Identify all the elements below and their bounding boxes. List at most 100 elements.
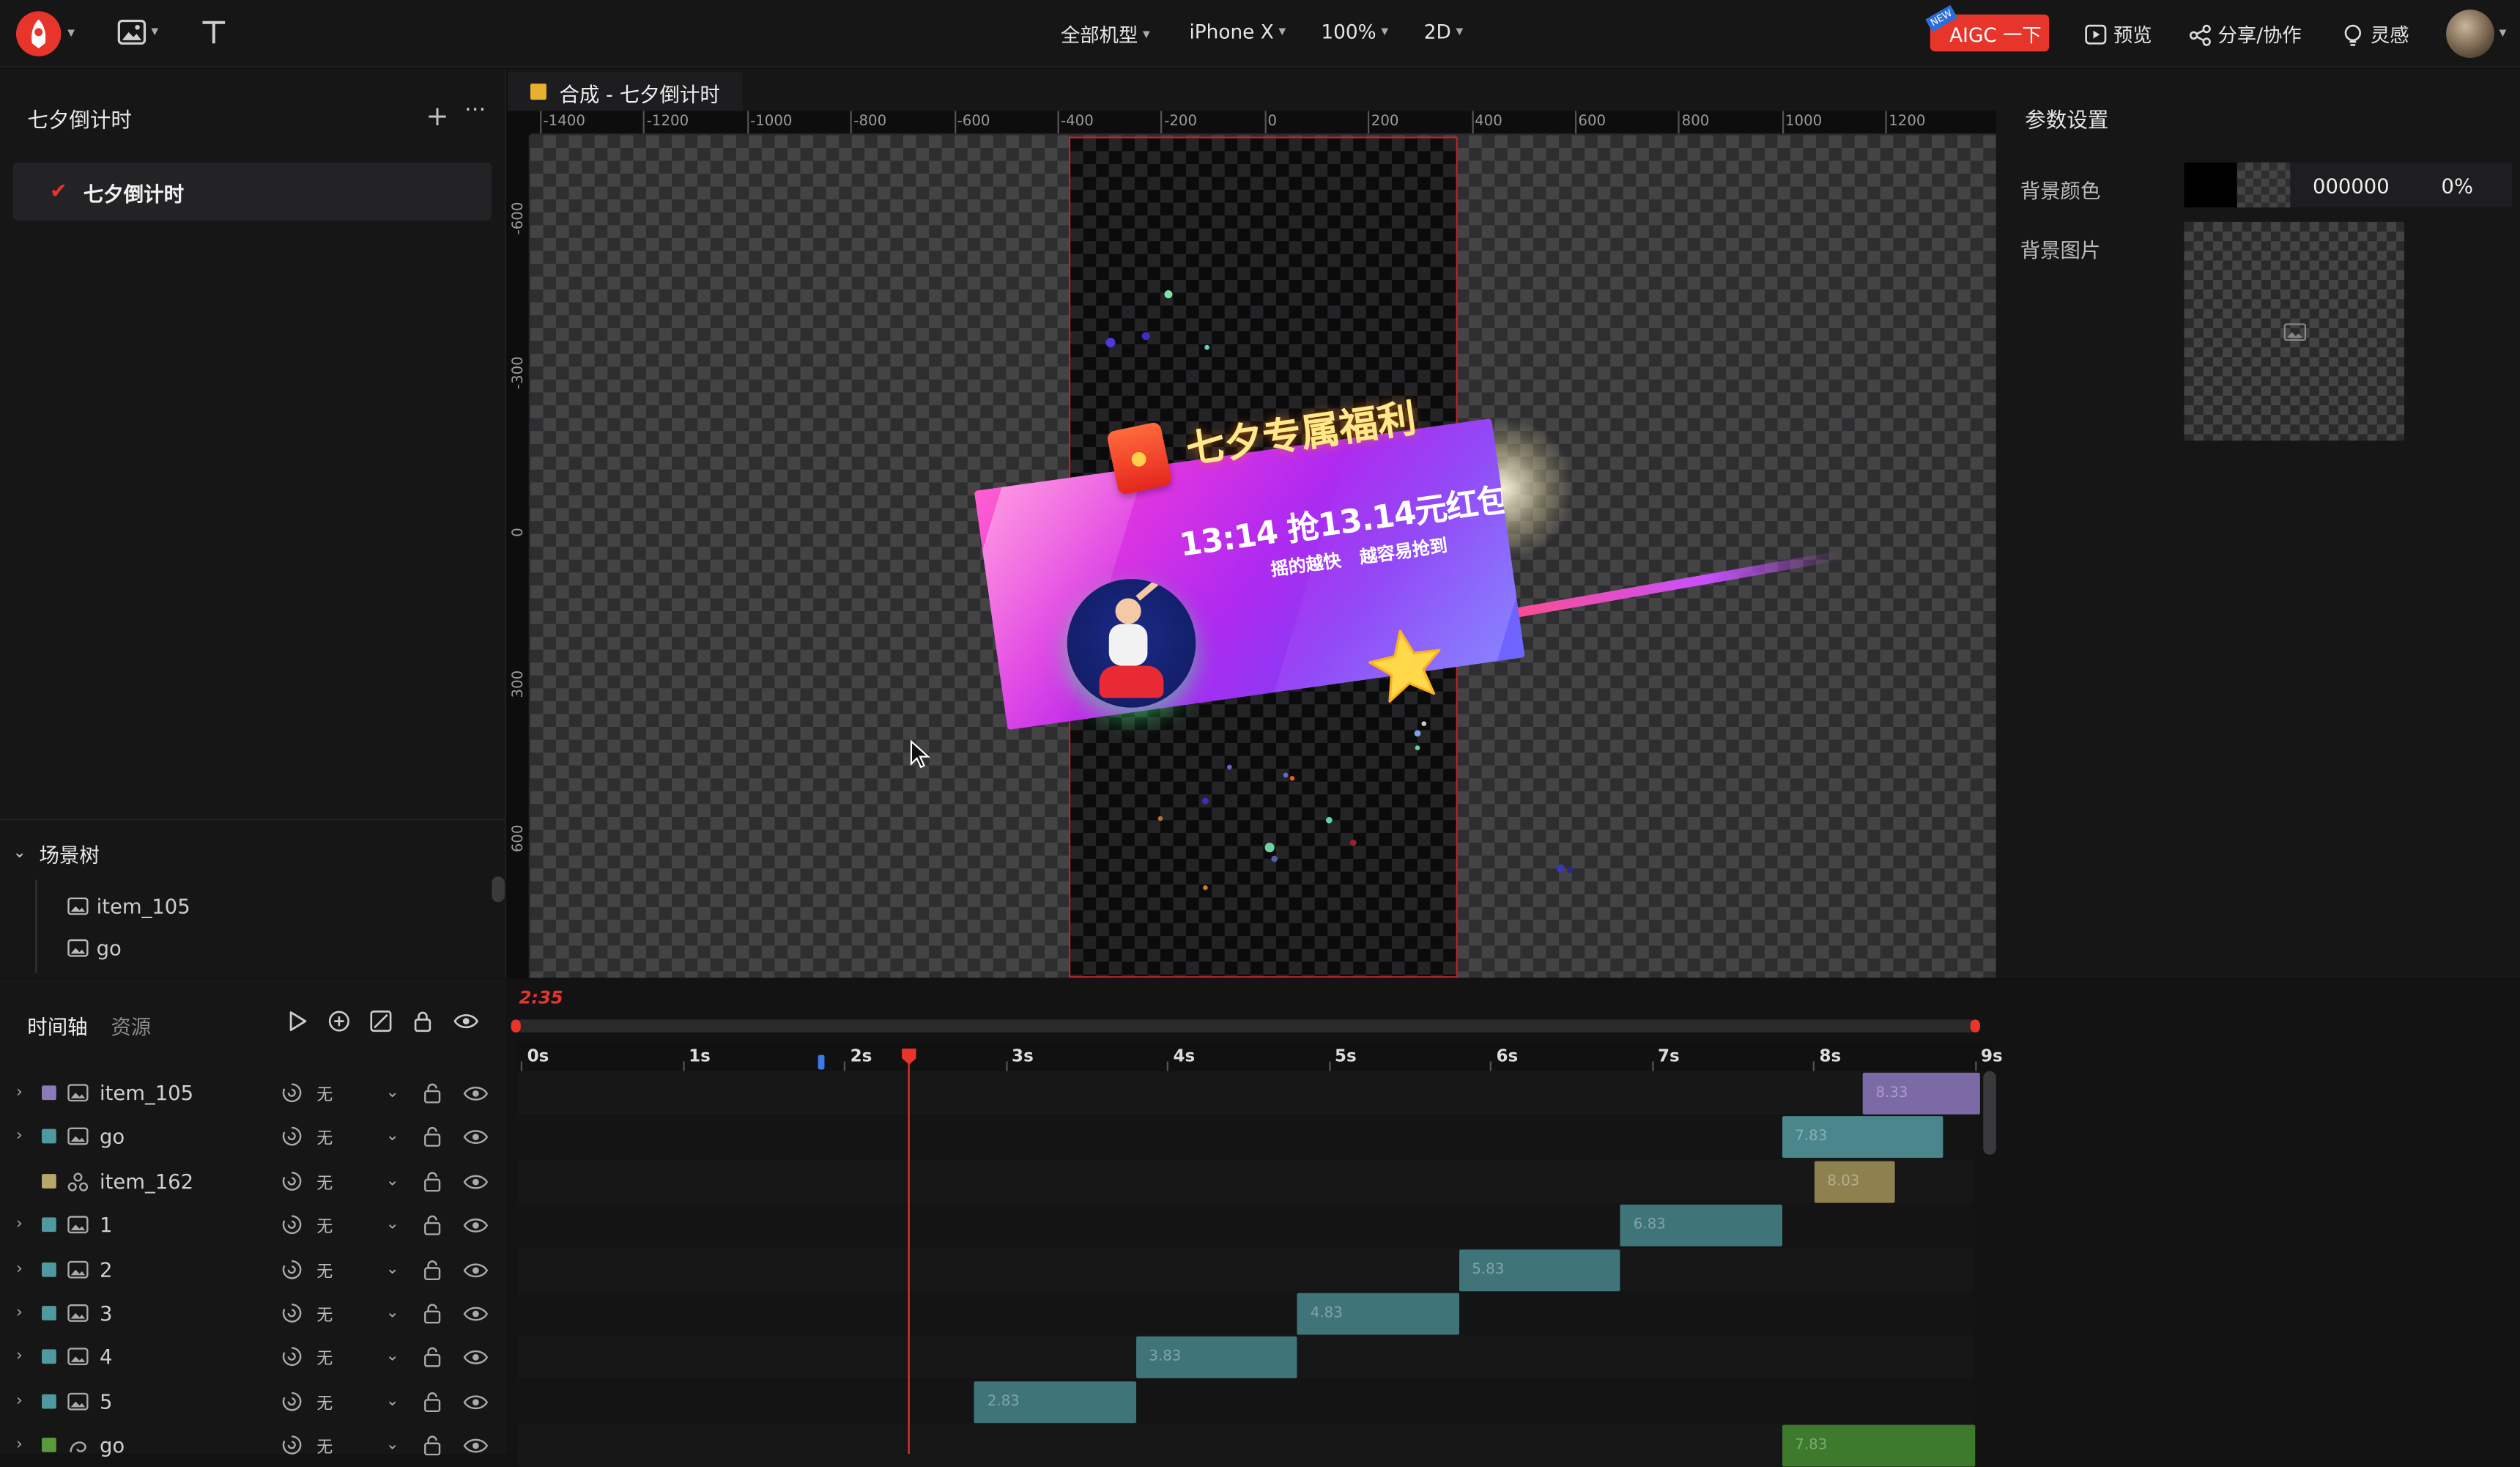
chevron-right-icon[interactable]: › xyxy=(16,1348,23,1366)
chevron-down-icon[interactable]: ⌄ xyxy=(386,1084,399,1101)
chevron-right-icon[interactable]: › xyxy=(16,1304,23,1322)
blend-icon[interactable] xyxy=(281,1259,303,1280)
lock-icon[interactable] xyxy=(423,1347,442,1368)
eye-icon[interactable] xyxy=(463,1304,489,1323)
lock-icon[interactable] xyxy=(423,1259,442,1280)
layer-name[interactable]: 3 xyxy=(100,1301,112,1326)
eye-icon[interactable] xyxy=(463,1260,489,1279)
lock-icon[interactable] xyxy=(423,1082,442,1104)
eye-icon[interactable] xyxy=(463,1172,489,1191)
preview-button[interactable]: 预览 xyxy=(2084,21,2152,48)
layer-color-swatch xyxy=(42,1217,56,1233)
device-select[interactable]: iPhone X ▾ xyxy=(1189,21,1286,44)
eye-icon[interactable] xyxy=(463,1216,489,1235)
time-ruler-tick xyxy=(1328,1061,1330,1071)
eye-icon[interactable] xyxy=(463,1084,489,1103)
chevron-down-icon: ▾ xyxy=(1381,23,1389,40)
parent-select-value[interactable]: 无 xyxy=(316,1345,333,1369)
layer-name[interactable]: go xyxy=(100,1125,125,1149)
lock-icon[interactable] xyxy=(423,1303,442,1324)
bg-image-picker[interactable] xyxy=(2184,221,2405,441)
chevron-down-icon[interactable]: ⌄ xyxy=(386,1436,399,1454)
blend-icon[interactable] xyxy=(281,1082,303,1104)
parent-select-value[interactable]: 无 xyxy=(316,1213,333,1237)
lock-icon[interactable] xyxy=(423,1214,442,1235)
composition-tab[interactable]: 合成 - 七夕倒计时 xyxy=(508,72,743,111)
layer-name[interactable]: item_162 xyxy=(100,1169,193,1193)
blend-icon[interactable] xyxy=(281,1391,303,1412)
chevron-down-icon[interactable]: ⌄ xyxy=(386,1304,399,1322)
layer-name[interactable]: 5 xyxy=(100,1389,112,1414)
layer-row[interactable]: › 3 无 ⌄ xyxy=(0,1291,506,1334)
parent-select-value[interactable]: 无 xyxy=(316,1389,333,1414)
chevron-right-icon[interactable]: › xyxy=(16,1216,23,1234)
eye-icon[interactable] xyxy=(463,1348,489,1367)
layer-row[interactable]: › 2 无 ⌄ xyxy=(0,1247,506,1290)
character-avatar xyxy=(1067,579,1196,708)
time-ruler-label: 4s xyxy=(1173,1046,1196,1067)
layer-row[interactable]: › 5 无 ⌄ xyxy=(0,1380,506,1423)
playhead[interactable] xyxy=(902,1048,916,1454)
layer-row[interactable]: › 4 无 ⌄ xyxy=(0,1335,506,1378)
bg-color-field[interactable]: 000000 0% xyxy=(2184,162,2513,208)
image-icon xyxy=(67,1304,89,1322)
chevron-right-icon[interactable]: › xyxy=(16,1436,23,1454)
blend-icon[interactable] xyxy=(281,1214,303,1235)
mode-select[interactable]: 2D ▾ xyxy=(1424,21,1464,44)
lock-icon[interactable] xyxy=(423,1391,442,1412)
eye-icon[interactable] xyxy=(463,1436,489,1455)
blend-icon[interactable] xyxy=(281,1347,303,1368)
parent-select-value[interactable]: 无 xyxy=(316,1301,333,1325)
layer-row[interactable]: item_162 无 ⌄ xyxy=(0,1159,506,1202)
bg-color-value[interactable]: 000000 xyxy=(2313,173,2419,197)
parent-select-value[interactable]: 无 xyxy=(316,1125,333,1149)
color-swatch[interactable] xyxy=(2184,162,2237,208)
layer-name[interactable]: item_105 xyxy=(100,1081,193,1105)
lock-icon[interactable] xyxy=(423,1126,442,1148)
scrub-start-handle[interactable] xyxy=(511,1019,521,1032)
aigc-button[interactable]: NEW AIGC 一下 xyxy=(1925,4,2050,52)
chevron-right-icon[interactable]: › xyxy=(16,1392,23,1410)
chevron-down-icon[interactable]: ⌄ xyxy=(386,1348,399,1366)
canvas-viewport[interactable]: 13:14 抢13.14元红包 摇的越快 越容易抢到 七夕专属福利 xyxy=(530,135,1996,978)
chevron-right-icon[interactable]: › xyxy=(16,1084,23,1101)
layer-name[interactable]: 1 xyxy=(100,1213,112,1237)
zoom-select[interactable]: 100% ▾ xyxy=(1321,21,1388,44)
ruler-tick-label: 300 xyxy=(511,670,527,698)
chevron-down-icon[interactable]: ⌄ xyxy=(386,1392,399,1410)
blend-icon[interactable] xyxy=(281,1303,303,1324)
eye-icon[interactable] xyxy=(463,1128,489,1147)
inspiration-button[interactable]: 灵感 xyxy=(2343,21,2409,48)
layer-row[interactable]: › go 无 ⌄ xyxy=(0,1424,506,1467)
blend-icon[interactable] xyxy=(281,1126,303,1148)
device-group-select[interactable]: 全部机型 ▾ xyxy=(1061,21,1150,48)
timeline-scrollbar[interactable] xyxy=(1983,1071,1996,1155)
scrub-end-handle[interactable] xyxy=(1970,1019,1980,1032)
layer-name[interactable]: 4 xyxy=(100,1345,112,1370)
chevron-down-icon[interactable]: ⌄ xyxy=(386,1216,399,1234)
chevron-right-icon[interactable]: › xyxy=(16,1260,23,1278)
lock-icon[interactable] xyxy=(423,1435,442,1456)
share-button[interactable]: 分享/协作 xyxy=(2189,21,2302,48)
scrub-bar[interactable] xyxy=(511,1019,1980,1032)
layer-name[interactable]: 2 xyxy=(100,1257,112,1281)
bg-opacity-value[interactable]: 0% xyxy=(2442,173,2474,197)
time-ruler[interactable]: 0s 1s 2s 3s 4s 5s 6s 7s 8s 9s xyxy=(517,1042,2003,1071)
spin-icon xyxy=(67,1436,89,1455)
layer-row[interactable]: › item_105 无 ⌄ xyxy=(0,1071,506,1115)
parent-select-value[interactable]: 无 xyxy=(316,1257,333,1281)
eye-icon[interactable] xyxy=(463,1392,489,1411)
chevron-down-icon[interactable]: ⌄ xyxy=(386,1260,399,1278)
layer-row[interactable]: › go 无 ⌄ xyxy=(0,1115,506,1159)
chevron-right-icon[interactable]: › xyxy=(16,1128,23,1145)
parent-select-value[interactable]: 无 xyxy=(316,1169,333,1193)
blend-icon[interactable] xyxy=(281,1435,303,1456)
chevron-down-icon[interactable]: ⌄ xyxy=(386,1172,399,1189)
parent-select-value[interactable]: 无 xyxy=(316,1081,333,1105)
blend-icon[interactable] xyxy=(281,1170,303,1191)
chevron-down-icon[interactable]: ⌄ xyxy=(386,1128,399,1145)
layer-row[interactable]: › 1 无 ⌄ xyxy=(0,1203,506,1246)
marker[interactable] xyxy=(818,1054,825,1070)
lock-icon[interactable] xyxy=(423,1170,442,1191)
user-menu[interactable]: ▾ xyxy=(2446,10,2506,59)
